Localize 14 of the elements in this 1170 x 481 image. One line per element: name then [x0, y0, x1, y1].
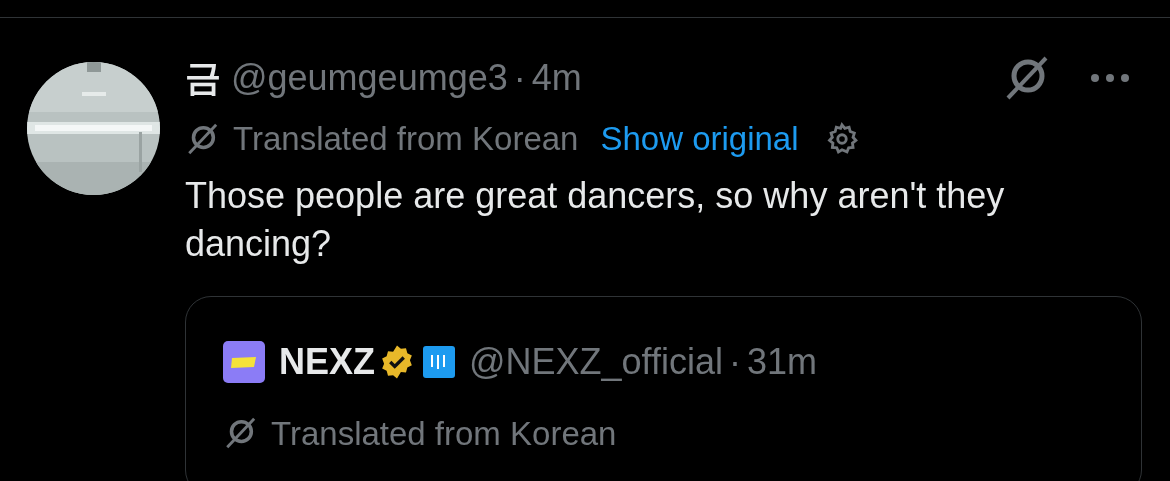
logo-icon	[223, 340, 265, 383]
user-handle[interactable]: @NEXZ_official	[469, 334, 723, 389]
more-icon[interactable]	[1090, 73, 1130, 83]
translation-label: Translated from Korean	[233, 119, 579, 159]
display-name[interactable]: 금	[185, 51, 221, 105]
post-time[interactable]: 31m	[747, 334, 817, 389]
separator: ·	[729, 339, 741, 384]
translation-label: Translated from Korean	[271, 413, 617, 454]
post-text: Those people are great dancers, so why aren't they dancing?	[185, 173, 1006, 266]
separator: ·	[513, 56, 526, 100]
post-time[interactable]: 4m	[531, 51, 582, 105]
user-handle[interactable]: @geumgeumge3	[231, 51, 508, 105]
show-original-link[interactable]: Show original	[600, 114, 799, 164]
display-name[interactable]: NEXZ	[279, 334, 375, 389]
